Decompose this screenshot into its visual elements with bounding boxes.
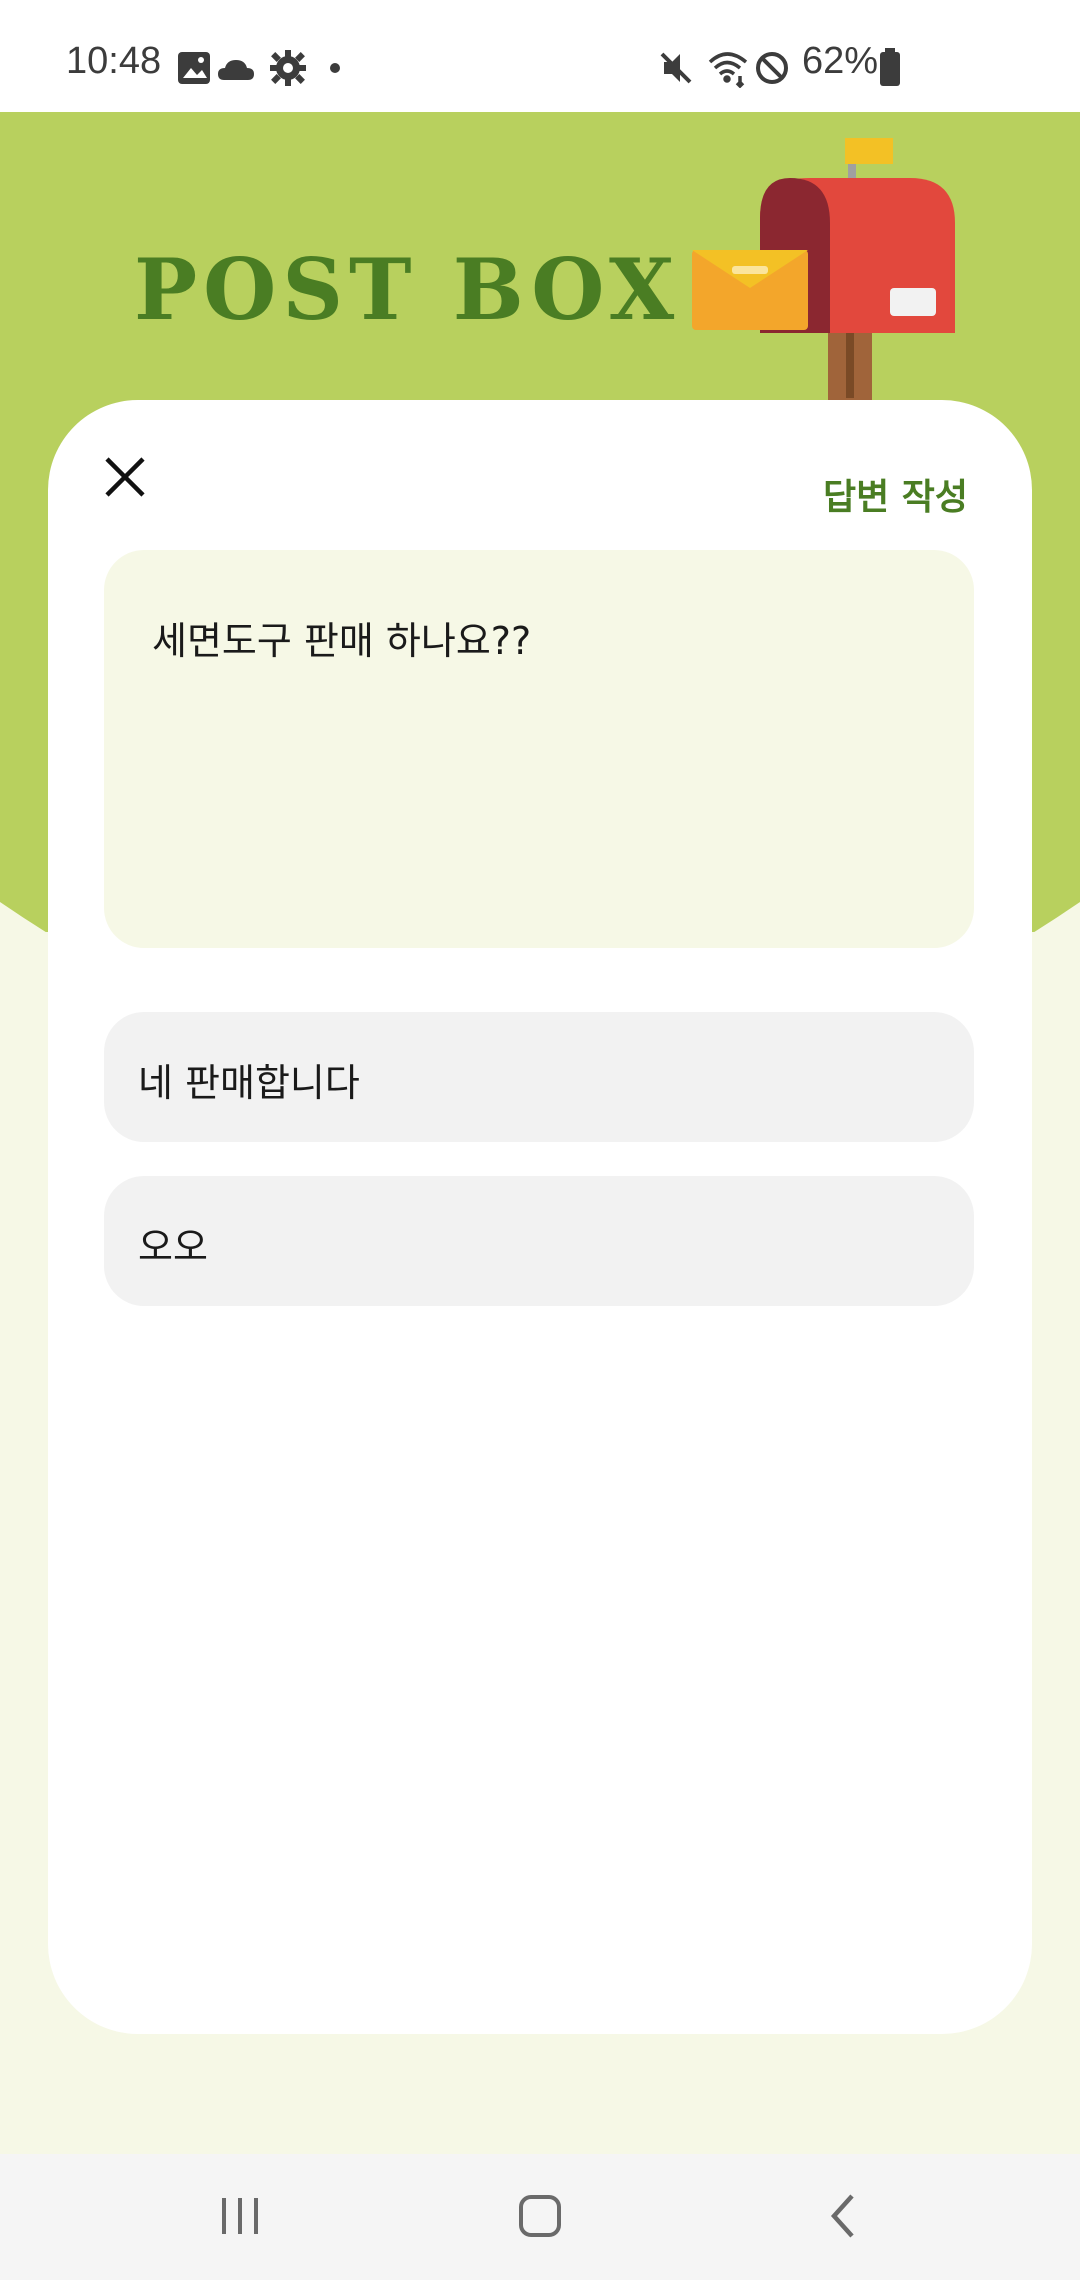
write-reply-button[interactable]: 답변 작성: [823, 468, 968, 520]
close-icon: [105, 457, 145, 497]
reply-item[interactable]: 오오: [104, 1176, 974, 1306]
status-right-icons: [660, 52, 788, 88]
status-bar: 10:48 62%: [0, 0, 1080, 112]
gallery-icon: [178, 52, 210, 84]
question-text: 세면도구 판매 하나요??: [152, 619, 532, 663]
battery-icon: [880, 48, 900, 86]
wifi-icon: [708, 52, 748, 88]
status-left-icons: [178, 50, 340, 86]
navigation-bar: [0, 2154, 1080, 2280]
back-icon[interactable]: [820, 2192, 868, 2240]
close-button[interactable]: [92, 444, 158, 510]
home-icon[interactable]: [516, 2192, 564, 2240]
reply-item[interactable]: 네 판매합니다: [104, 1012, 974, 1142]
reply-text: 오오: [138, 1225, 208, 1269]
mailbox-icon: [692, 138, 955, 408]
do-not-disturb-icon: [756, 52, 788, 84]
settings-icon: [270, 50, 306, 86]
recent-apps-icon[interactable]: [216, 2192, 264, 2240]
reply-text: 네 판매합니다: [138, 1061, 360, 1105]
message-card: 답변 작성 세면도구 판매 하나요?? 네 판매합니다 오오: [48, 400, 1032, 2034]
mute-icon: [660, 52, 692, 84]
dot-icon: [330, 63, 340, 73]
app-title: POST BOX: [134, 240, 681, 339]
battery-percentage: 62%: [802, 40, 879, 82]
status-time: 10:48: [66, 40, 162, 82]
question-box: 세면도구 판매 하나요??: [104, 550, 974, 948]
cloud-icon: [218, 60, 254, 80]
